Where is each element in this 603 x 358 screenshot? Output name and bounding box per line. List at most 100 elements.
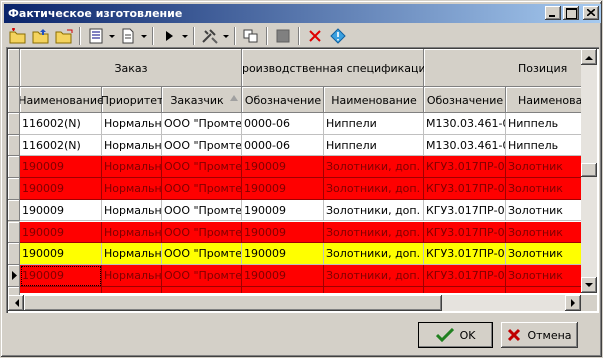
cell-spec-name[interactable]: Золотники, доп. па xyxy=(324,221,424,244)
horizontal-scrollbar[interactable] xyxy=(8,295,581,311)
column-header-position-designation[interactable]: Обозначение xyxy=(424,87,506,113)
cell-customer[interactable]: ООО "Промтех xyxy=(162,156,242,179)
table-row[interactable]: 190009НормальньООО "Промтех190009Золотни… xyxy=(20,286,583,293)
title-bar[interactable]: Фактическое изготовление xyxy=(4,4,601,23)
run-button[interactable] xyxy=(158,26,180,46)
column-header-customer[interactable]: Заказчик xyxy=(162,87,242,113)
cell-position-name[interactable]: Золотник xyxy=(506,178,583,200)
table-row[interactable]: 190009НормальньООО "Промтех190009Золотни… xyxy=(20,264,583,287)
cell-name[interactable]: 190009 xyxy=(20,243,102,265)
cell-customer[interactable]: ООО "Промтех xyxy=(162,134,242,157)
table-row[interactable]: 190009НормальньООО "Промтех190009Золотни… xyxy=(20,199,583,222)
cell-position-name[interactable]: Ниппель xyxy=(506,113,583,135)
cell-customer[interactable]: ООО "Промтех xyxy=(162,264,242,287)
cell-spec-designation[interactable]: 190009 xyxy=(242,286,324,293)
tools-dropdown[interactable] xyxy=(222,26,230,46)
cell-position-designation[interactable]: КГУ3.017ПР-01 xyxy=(424,199,506,222)
cell-spec-designation[interactable]: 0000-06 xyxy=(242,113,324,135)
cell-customer[interactable]: ООО "Промтех xyxy=(162,221,242,244)
column-header-position-name[interactable]: Наименован xyxy=(506,87,583,113)
cell-spec-designation[interactable]: 0000-06 xyxy=(242,134,324,157)
cell-name[interactable]: 116002(N) xyxy=(20,113,102,135)
add-child-button[interactable] xyxy=(30,26,52,46)
cell-spec-name[interactable]: Золотники, доп. па xyxy=(324,199,424,222)
group-header-position[interactable]: Позиция xyxy=(424,49,583,87)
cell-position-name[interactable]: Золотник xyxy=(506,156,583,179)
stop-button[interactable] xyxy=(272,26,294,46)
cell-name[interactable]: 190009 xyxy=(20,199,102,222)
table-row[interactable]: 190009НормальньООО "Промтех190009Золотни… xyxy=(20,178,583,200)
cell-priority[interactable]: Нормальнь xyxy=(102,264,162,287)
column-header-spec-name[interactable]: Наименование xyxy=(324,87,424,113)
cell-customer[interactable]: ООО "Промтех xyxy=(162,199,242,222)
cell-customer[interactable]: ООО "Промтех xyxy=(162,113,242,135)
cell-priority[interactable]: Нормальнь xyxy=(102,199,162,222)
cell-spec-designation[interactable]: 190009 xyxy=(242,178,324,200)
cell-position-name[interactable]: Ниппель xyxy=(506,135,583,157)
cell-spec-name[interactable]: Золотники, доп. па xyxy=(324,178,424,200)
row-indicator[interactable] xyxy=(8,199,20,222)
scroll-right-button[interactable] xyxy=(565,295,581,311)
scroll-down-button[interactable] xyxy=(581,277,597,293)
delete-button[interactable] xyxy=(304,26,326,46)
copy-button[interactable] xyxy=(240,26,262,46)
cell-priority[interactable]: Нормальнь xyxy=(102,221,162,244)
cell-spec-name[interactable]: Золотники, доп. па xyxy=(324,264,424,287)
cell-priority[interactable]: Нормальнь xyxy=(102,113,162,135)
report-button[interactable] xyxy=(117,26,139,46)
cell-customer[interactable]: ООО "Промтех xyxy=(162,243,242,265)
cell-position-name[interactable]: Золотник xyxy=(506,287,583,293)
group-header-specification[interactable]: Производственная спецификация xyxy=(242,49,424,87)
data-grid[interactable]: Заказ Производственная спецификация Пози… xyxy=(6,47,599,313)
cell-name[interactable]: 190009 xyxy=(20,178,102,200)
cell-spec-name[interactable]: Золотники, доп. па xyxy=(324,243,424,265)
cell-customer[interactable]: ООО "Промтех xyxy=(162,178,242,200)
scroll-left-button[interactable] xyxy=(8,295,24,311)
run-dropdown[interactable] xyxy=(181,26,189,46)
vertical-scrollbar[interactable] xyxy=(581,49,597,293)
table-row[interactable]: 116002(N) Нормальнь ООО "Промтех 0000-06 Нип… xyxy=(20,113,583,135)
scroll-up-button[interactable] xyxy=(581,49,597,65)
column-header-priority[interactable]: Приоритет xyxy=(102,87,162,113)
cell-spec-designation[interactable]: 190009 xyxy=(242,199,324,222)
cell-spec-name[interactable]: Золотники, доп. па xyxy=(324,156,424,179)
report-dropdown[interactable] xyxy=(140,26,148,46)
cell-position-name[interactable]: Золотник xyxy=(506,200,583,222)
cell-position-designation[interactable]: М130.03.461-01 xyxy=(424,113,506,135)
cell-spec-designation[interactable]: 190009 xyxy=(242,156,324,179)
cell-name[interactable]: 116002(N) xyxy=(20,134,102,157)
table-row[interactable]: 190009НормальньООО "Промтех190009Золотни… xyxy=(20,243,583,265)
cell-position-designation[interactable]: КГУ3.017ПР-01 xyxy=(424,264,506,287)
cell-spec-designation[interactable]: 190009 xyxy=(242,243,324,265)
cell-position-designation[interactable]: М130.03.461-01 xyxy=(424,134,506,157)
cell-position-designation[interactable]: КГУ3.017ПР-01 xyxy=(424,221,506,244)
cell-position-designation[interactable]: КГУ3.017ПР-01 xyxy=(424,156,506,179)
cell-position-designation[interactable]: КГУ3.017ПР-01 xyxy=(424,178,506,200)
cell-priority[interactable]: Нормальнь xyxy=(102,156,162,179)
group-header-order[interactable]: Заказ xyxy=(20,49,242,87)
cell-spec-designation[interactable]: 190009 xyxy=(242,221,324,244)
table-row[interactable]: 190009НормальньООО "Промтех190009Золотни… xyxy=(20,156,583,179)
cell-name[interactable]: 190009 xyxy=(20,286,102,293)
ok-button[interactable]: OK xyxy=(418,322,493,348)
open-record-button[interactable] xyxy=(53,26,75,46)
cell-spec-name[interactable]: Золотники, доп. па xyxy=(324,286,424,293)
cell-spec-name[interactable]: Ниппели xyxy=(324,113,424,135)
vertical-scroll-thumb[interactable] xyxy=(581,163,597,177)
cell-priority[interactable]: Нормальнь xyxy=(102,178,162,200)
close-button[interactable] xyxy=(583,6,599,20)
cell-position-name[interactable]: Золотник xyxy=(506,265,583,287)
info-button[interactable] xyxy=(327,26,349,46)
cell-name[interactable]: 190009 xyxy=(20,264,102,287)
cell-position-name[interactable]: Золотник xyxy=(506,243,583,265)
horizontal-scroll-thumb[interactable] xyxy=(24,295,442,311)
view-button[interactable] xyxy=(85,26,107,46)
add-record-button[interactable] xyxy=(7,26,29,46)
table-row[interactable]: 116002(N) Нормальнь ООО "Промтех 0000-06 Нип… xyxy=(20,134,583,157)
cancel-button[interactable]: Отмена xyxy=(501,322,578,348)
row-indicator[interactable] xyxy=(8,134,20,157)
row-indicator[interactable] xyxy=(8,243,20,265)
cell-priority[interactable]: Нормальнь xyxy=(102,286,162,293)
row-indicator[interactable] xyxy=(8,178,20,200)
row-indicator[interactable] xyxy=(8,156,20,179)
